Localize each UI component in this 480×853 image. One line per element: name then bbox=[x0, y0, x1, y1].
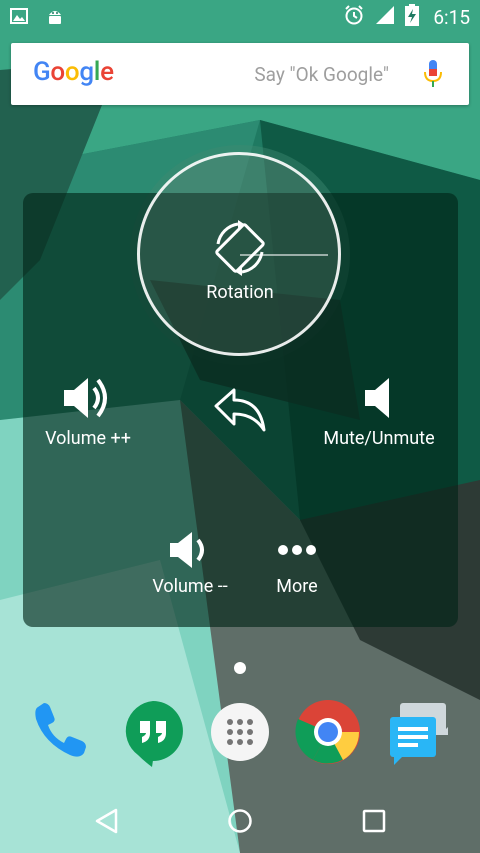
home-icon bbox=[227, 809, 253, 838]
rotation-button[interactable]: Rotation bbox=[190, 218, 290, 303]
notification-icons bbox=[10, 7, 64, 29]
chrome-app[interactable] bbox=[293, 697, 363, 767]
android-icon bbox=[46, 7, 64, 29]
navigation-bar bbox=[0, 790, 480, 853]
volume-up-label: Volume ++ bbox=[45, 428, 131, 449]
hangouts-app[interactable] bbox=[118, 697, 188, 767]
back-icon bbox=[94, 808, 120, 838]
nav-home-button[interactable] bbox=[227, 808, 253, 838]
back-arrow-icon bbox=[210, 388, 270, 440]
more-button[interactable]: More bbox=[262, 528, 332, 597]
chrome-icon bbox=[293, 700, 363, 771]
mic-icon[interactable] bbox=[423, 59, 443, 93]
messenger-app[interactable] bbox=[384, 697, 454, 767]
app-drawer-button[interactable] bbox=[205, 697, 275, 767]
mute-label: Mute/Unmute bbox=[323, 428, 435, 449]
volume-up-button[interactable]: Volume ++ bbox=[38, 372, 138, 449]
more-label: More bbox=[276, 576, 318, 597]
search-hint: Say "Ok Google" bbox=[254, 63, 389, 86]
volume-down-label: Volume -- bbox=[152, 576, 228, 597]
mute-button[interactable]: Mute/Unmute bbox=[315, 372, 443, 449]
google-search-bar[interactable]: Google Say "Ok Google" bbox=[11, 43, 469, 105]
signal-icon bbox=[375, 5, 395, 29]
volume-up-icon bbox=[60, 378, 116, 428]
alarm-icon bbox=[343, 4, 365, 30]
google-logo: Google bbox=[33, 57, 114, 87]
back-button[interactable] bbox=[208, 384, 272, 440]
page-indicator bbox=[234, 662, 246, 674]
phone-app[interactable] bbox=[26, 697, 96, 767]
recents-icon bbox=[361, 809, 387, 838]
system-status-icons: 6:15 bbox=[343, 4, 470, 30]
phone-icon bbox=[26, 703, 96, 771]
screen-rotation-icon bbox=[208, 220, 272, 282]
more-dots-icon bbox=[273, 545, 321, 576]
volume-down-button[interactable]: Volume -- bbox=[142, 528, 238, 597]
nav-back-button[interactable] bbox=[94, 808, 120, 838]
speaker-icon bbox=[351, 378, 407, 428]
messenger-icon bbox=[384, 703, 454, 771]
nav-recents-button[interactable] bbox=[361, 808, 387, 838]
status-bar: 6:15 bbox=[0, 0, 480, 34]
battery-charging-icon bbox=[405, 4, 420, 30]
hangouts-icon bbox=[118, 701, 188, 771]
volume-down-icon bbox=[166, 532, 214, 576]
rotation-label: Rotation bbox=[206, 282, 274, 303]
image-icon bbox=[10, 8, 28, 28]
clock: 6:15 bbox=[433, 5, 470, 29]
app-drawer-icon bbox=[205, 703, 275, 771]
